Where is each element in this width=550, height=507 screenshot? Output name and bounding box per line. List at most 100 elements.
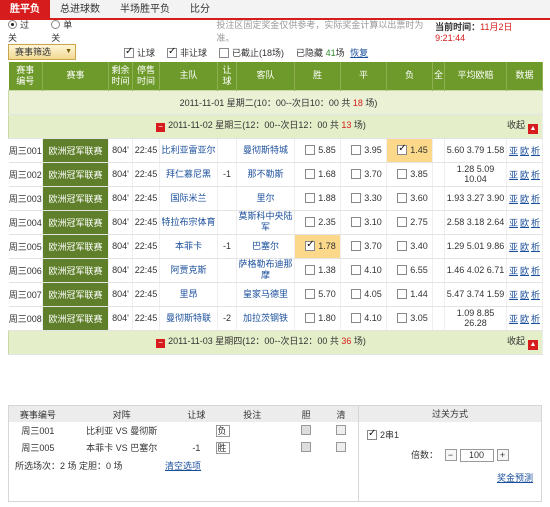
analysis-link[interactable]: 析 [531, 146, 540, 156]
mode-single-radio[interactable]: 单关 [51, 18, 80, 44]
odds-draw-cell[interactable]: 3.95 [340, 138, 387, 163]
odds-lose-cell[interactable]: 3.05 [386, 306, 433, 331]
ended-checkbox[interactable]: 已截止(18场) [219, 46, 284, 59]
odds-win-cell[interactable]: 1.68 [294, 162, 341, 187]
odds-lose-cell[interactable]: 3.85 [386, 162, 433, 187]
home-team[interactable]: 阿贾克斯 [159, 258, 218, 283]
asian-odds-link[interactable]: 亚 [509, 170, 518, 180]
analysis-link[interactable]: 析 [531, 194, 540, 204]
asian-odds-link[interactable]: 亚 [509, 218, 518, 228]
odds-lose-cell[interactable]: 1.44 [386, 282, 433, 307]
odds-lose-cell[interactable]: 3.40 [386, 234, 433, 259]
tab-total-goals[interactable]: 总进球数 [50, 0, 110, 18]
restore-link[interactable]: 恢复 [350, 48, 368, 58]
asian-odds-link[interactable]: 亚 [509, 194, 518, 204]
handicap-checkbox[interactable]: 让球 [124, 46, 155, 59]
analysis-link[interactable]: 析 [531, 314, 540, 324]
mode-pass-radio[interactable]: 过关 [8, 18, 37, 44]
pass-option[interactable]: 2串1 [367, 428, 533, 441]
day-bar-1102[interactable]: −2011-11-02 星期三(12：00--次日12：00 共 13 场) 收… [8, 113, 543, 139]
odds-win-cell[interactable]: 1.88 [294, 186, 341, 211]
odds-lose-cell[interactable]: 6.55 [386, 258, 433, 283]
clear-all-link[interactable]: 清空选项 [165, 461, 201, 471]
odds-draw-cell[interactable]: 3.30 [340, 186, 387, 211]
banker-checkbox[interactable] [301, 441, 312, 452]
select-all-cell[interactable] [432, 210, 445, 235]
away-team[interactable]: 加拉茨钢铁 [236, 306, 295, 331]
analysis-link[interactable]: 析 [531, 242, 540, 252]
analysis-link[interactable]: 析 [531, 170, 540, 180]
odds-draw-cell[interactable]: 3.10 [340, 210, 387, 235]
euro-odds-link[interactable]: 欧 [520, 218, 529, 228]
away-team[interactable]: 那不勒斯 [236, 162, 295, 187]
asian-odds-link[interactable]: 亚 [509, 290, 518, 300]
odds-win-cell[interactable]: 1.80 [294, 306, 341, 331]
select-all-cell[interactable] [432, 306, 445, 331]
away-team[interactable]: 巴塞尔 [236, 234, 295, 259]
euro-odds-link[interactable]: 欧 [520, 170, 529, 180]
select-all-cell[interactable] [432, 138, 445, 163]
day-bar-1101[interactable]: 2011-11-01 星期二(10：00--次日10：00 共 18 场) [8, 89, 543, 115]
odds-lose-cell[interactable]: 3.60 [386, 186, 433, 211]
no-handicap-checkbox[interactable]: 非让球 [167, 46, 207, 59]
away-team[interactable]: 曼彻斯特城 [236, 138, 295, 163]
select-all-cell[interactable] [432, 186, 445, 211]
analysis-link[interactable]: 析 [531, 218, 540, 228]
away-team[interactable]: 里尔 [236, 186, 295, 211]
euro-odds-link[interactable]: 欧 [520, 242, 529, 252]
match-filter-button[interactable]: 赛事筛选 [8, 44, 76, 60]
odds-draw-cell[interactable]: 4.10 [340, 306, 387, 331]
odds-win-cell[interactable]: 2.35 [294, 210, 341, 235]
select-all-cell[interactable] [432, 162, 445, 187]
odds-draw-cell[interactable]: 3.70 [340, 234, 387, 259]
asian-odds-link[interactable]: 亚 [509, 146, 518, 156]
asian-odds-link[interactable]: 亚 [509, 242, 518, 252]
euro-odds-link[interactable]: 欧 [520, 314, 529, 324]
analysis-link[interactable]: 析 [531, 290, 540, 300]
home-team[interactable]: 拜仁慕尼黑 [159, 162, 218, 187]
euro-odds-link[interactable]: 欧 [520, 146, 529, 156]
minus-button[interactable]: − [444, 449, 457, 461]
collapse-link[interactable]: 收起 ▲ [507, 118, 538, 134]
collapse-link[interactable]: 收起 ▲ [507, 334, 538, 350]
day-bar-1103[interactable]: −2011-11-03 星期四(12：00--次日12：00 共 36 场) 收… [8, 329, 543, 355]
banker-checkbox[interactable] [301, 424, 312, 435]
odds-lose-cell[interactable]: 1.45 [386, 138, 433, 163]
home-team[interactable]: 里昂 [159, 282, 218, 307]
odds-win-cell[interactable]: 5.70 [294, 282, 341, 307]
home-team[interactable]: 本菲卡 [159, 234, 218, 259]
home-team[interactable]: 曼彻斯特联 [159, 306, 218, 331]
analysis-link[interactable]: 析 [531, 266, 540, 276]
asian-odds-link[interactable]: 亚 [509, 314, 518, 324]
away-team[interactable]: 皇家马德里 [236, 282, 295, 307]
odds-draw-cell[interactable]: 4.05 [340, 282, 387, 307]
home-team[interactable]: 特拉布宗体育 [159, 210, 218, 235]
clear-row-button[interactable] [336, 441, 347, 452]
plus-button[interactable]: + [496, 449, 509, 461]
odds-draw-cell[interactable]: 3.70 [340, 162, 387, 187]
asian-odds-link[interactable]: 亚 [509, 266, 518, 276]
odds-win-cell[interactable]: 1.78 [294, 234, 341, 259]
euro-odds-link[interactable]: 欧 [520, 194, 529, 204]
euro-odds-link[interactable]: 欧 [520, 266, 529, 276]
prize-predict-link[interactable]: 奖金预测 [497, 473, 533, 483]
tab-score[interactable]: 比分 [180, 0, 220, 18]
odds-lose-cell[interactable]: 2.75 [386, 210, 433, 235]
tab-half-time[interactable]: 半场胜平负 [110, 0, 180, 18]
away-team[interactable]: 萨格勒布迪那摩 [236, 258, 295, 283]
bet-pick[interactable]: 负 [216, 424, 231, 437]
select-all-cell[interactable] [432, 234, 445, 259]
tab-win-draw-lose[interactable]: 胜平负 [0, 0, 50, 18]
clear-row-button[interactable] [336, 424, 347, 435]
home-team[interactable]: 比利亚雷亚尔 [159, 138, 218, 163]
away-team[interactable]: 莫斯科中央陆军 [236, 210, 295, 235]
multiple-input[interactable]: 100 [459, 448, 494, 462]
select-all-cell[interactable] [432, 282, 445, 307]
odds-win-cell[interactable]: 1.38 [294, 258, 341, 283]
bet-pick[interactable]: 胜 [216, 441, 231, 454]
euro-odds-link[interactable]: 欧 [520, 290, 529, 300]
home-team[interactable]: 国际米兰 [159, 186, 218, 211]
odds-draw-cell[interactable]: 4.10 [340, 258, 387, 283]
odds-win-cell[interactable]: 5.85 [294, 138, 341, 163]
select-all-cell[interactable] [432, 258, 445, 283]
